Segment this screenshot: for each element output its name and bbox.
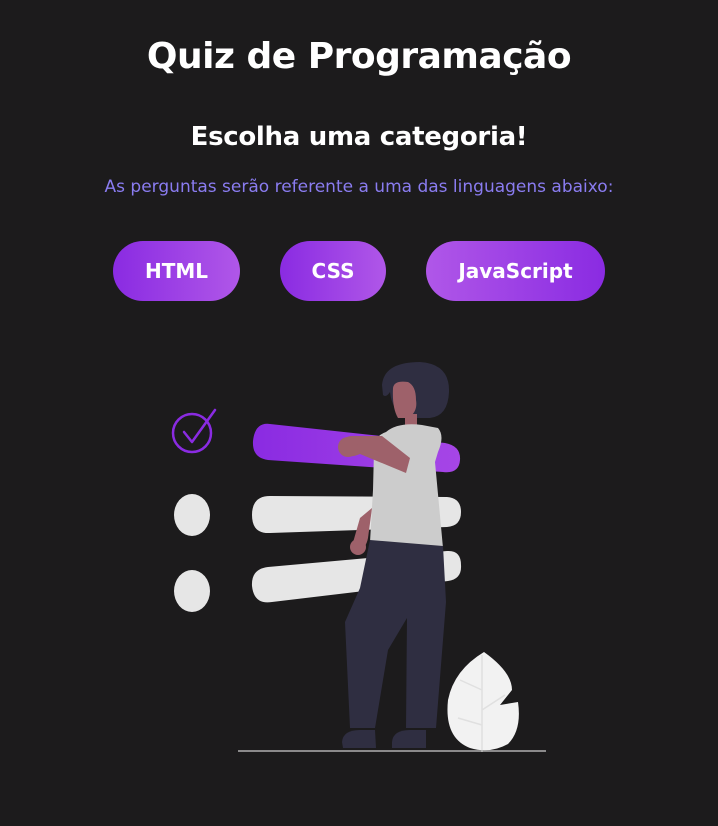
quiz-illustration: [171, 362, 546, 752]
page-title: Quiz de Programação: [146, 36, 572, 77]
category-button-css[interactable]: CSS: [280, 241, 386, 301]
category-heading: Escolha uma categoria!: [190, 122, 528, 152]
category-button-javascript[interactable]: JavaScript: [426, 241, 605, 301]
person-figure: [338, 362, 450, 748]
checkmark-icon: [171, 408, 217, 454]
category-button-html[interactable]: HTML: [113, 241, 240, 301]
option-circle-icon: [174, 494, 210, 536]
category-description: As perguntas serão referente a uma das l…: [104, 177, 614, 197]
option-circle-icon: [174, 570, 210, 612]
quiz-home-page: Quiz de Programação Escolha uma categori…: [0, 0, 718, 826]
leaf-plant-icon: [447, 652, 519, 752]
